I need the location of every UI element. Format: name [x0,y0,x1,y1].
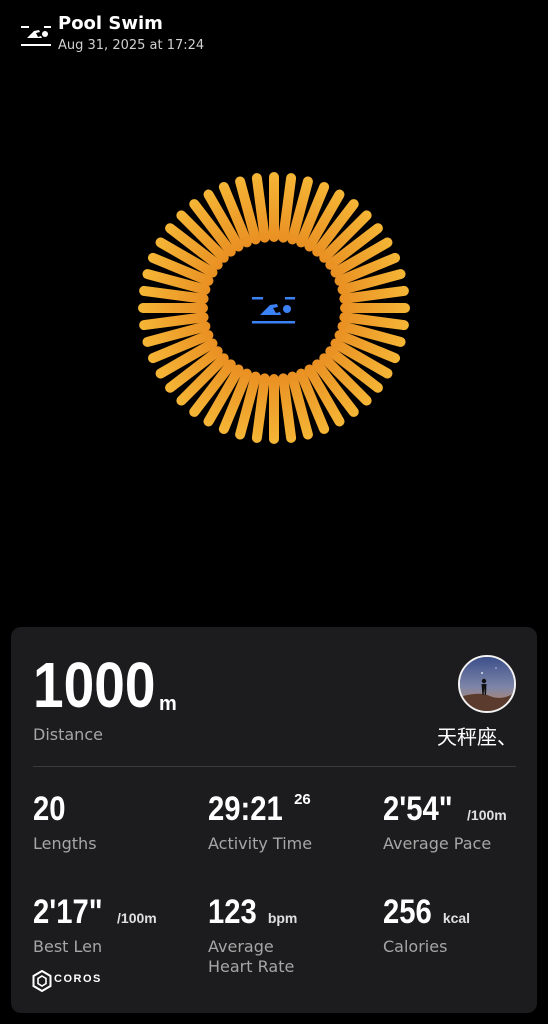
stat-label: Calories [383,937,448,956]
activity-title: Pool Swim [58,13,163,34]
divider [33,766,516,767]
user-avatar[interactable] [458,655,516,713]
summary-card: 1000 m Distance 天秤座、 20 Lengths 29:21 26… [11,627,537,1013]
stat-best-len: 2'17" /100m Best Len [33,895,203,957]
swimmer-icon [252,297,295,324]
stat-value: 2'17" [33,893,103,931]
ring-spoke [269,374,279,444]
stat-average-pace: 2'54" /100m Average Pace [383,792,548,854]
stat-value-hundredths: 26 [294,791,311,808]
ring-spoke [269,172,279,242]
swimmer-icon [21,26,51,46]
stat-unit: /100m [117,910,157,926]
stat-activity-time: 29:21 26 Activity Time [208,792,378,854]
distance-value: 1000 [33,649,156,721]
stat-value: 29:21 [208,790,283,828]
stat-label: Average Heart Rate [208,937,295,976]
stat-value: 256 [383,893,432,931]
coros-logo-text: COROS [54,973,102,985]
stat-lengths: 20 Lengths [33,792,203,854]
ring-spoke [138,303,208,313]
stat-label: Lengths [33,834,97,853]
stat-value: 2'54" [383,790,453,828]
stat-calories: 256 kcal Calories [383,895,548,957]
coros-logo-mark [32,969,52,993]
distance-value-row: 1000 [33,653,175,717]
activity-ring-graphic [138,172,410,444]
stat-label: Activity Time [208,834,313,853]
ring-spoke [340,303,410,313]
stat-value: 123 [208,893,257,931]
stat-value: 20 [33,790,66,828]
header: Pool Swim Aug 31, 2025 at 17:24 [18,12,538,56]
stat-unit: bpm [267,910,298,926]
stat-label: Average Pace [383,834,492,853]
stat-label: Best Len [33,937,103,956]
distance-label: Distance [33,725,103,744]
stat-average-heart-rate: 123 bpm Average Heart Rate [208,895,328,977]
stat-unit: kcal [442,910,471,926]
user-name: 天秤座、 [437,725,517,749]
stat-unit: /100m [467,807,507,823]
activity-datetime: Aug 31, 2025 at 17:24 [58,38,205,53]
coros-logo: COROS [32,969,142,993]
distance-unit: m [159,693,177,715]
